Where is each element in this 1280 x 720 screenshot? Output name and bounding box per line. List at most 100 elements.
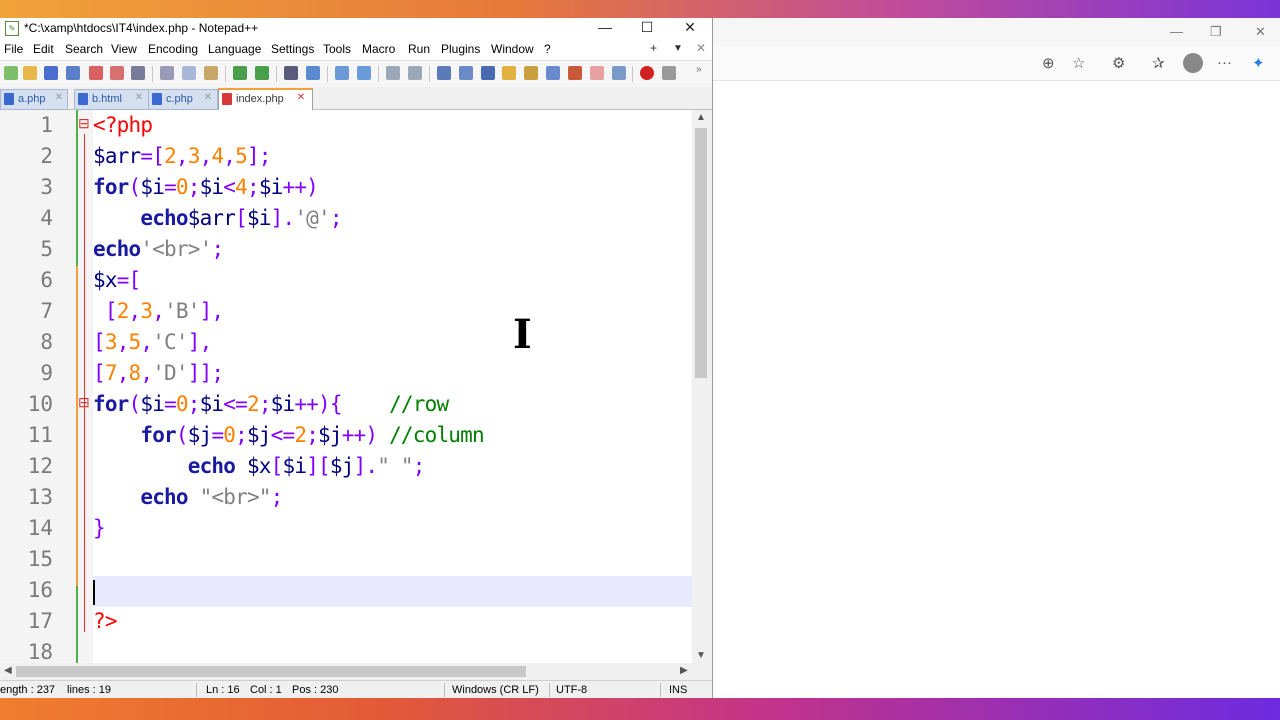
fold-toggle-icon[interactable]: ⊟ — [78, 115, 90, 132]
vertical-scroll-thumb[interactable] — [695, 128, 707, 378]
save-icon[interactable] — [44, 66, 58, 80]
show-all-chars-icon[interactable] — [459, 66, 473, 80]
scroll-down-arrow-icon[interactable]: ▼ — [696, 650, 706, 661]
more-menu-icon[interactable]: ··· — [1217, 54, 1232, 71]
menu-settings[interactable]: Settings — [271, 42, 314, 56]
zoom-in-icon[interactable] — [335, 66, 349, 80]
sync-vertical-icon[interactable] — [386, 66, 400, 80]
fold-toggle-icon[interactable]: ⊟ — [78, 394, 90, 411]
browser-minimize-button[interactable]: — — [1170, 24, 1183, 39]
browser-titlebar: — ❐ ✕ — [712, 18, 1280, 46]
favorite-star-icon[interactable]: ☆ — [1072, 54, 1085, 72]
horizontal-scroll-thumb[interactable] — [16, 666, 526, 677]
replace-icon[interactable] — [306, 66, 320, 80]
menu-help[interactable]: ? — [544, 42, 551, 56]
menu-macro[interactable]: Macro — [362, 42, 395, 56]
tab-a-php[interactable]: a.php ✕ — [0, 89, 68, 110]
change-history-marker — [76, 266, 78, 586]
monitoring-icon[interactable] — [590, 66, 604, 80]
close-document-button[interactable]: ✕ — [696, 41, 706, 55]
close-all-icon[interactable] — [110, 66, 124, 80]
menu-tools[interactable]: Tools — [323, 42, 351, 56]
toolbar-overflow-icon[interactable]: » — [696, 64, 704, 78]
maximize-button[interactable]: ☐ — [627, 18, 667, 38]
tab-label: b.html — [92, 93, 122, 105]
tab-c-php[interactable]: c.php ✕ — [148, 89, 218, 110]
close-file-icon[interactable] — [89, 66, 103, 80]
minimize-button[interactable]: — — [585, 18, 625, 38]
print-icon[interactable] — [131, 66, 145, 80]
menu-window[interactable]: Window — [491, 42, 534, 56]
status-insert-mode: INS — [669, 684, 688, 696]
scroll-up-arrow-icon[interactable]: ▲ — [696, 112, 706, 123]
line-number-gutter: 1 2 3 4 5 6 7 8 9 10 11 12 13 14 15 16 1… — [0, 110, 76, 663]
code-line-9: [7,8,'D']]; — [93, 361, 224, 385]
close-button[interactable]: ✕ — [670, 18, 710, 38]
profile-avatar-icon[interactable] — [1183, 53, 1203, 73]
find-icon[interactable] — [284, 66, 298, 80]
save-all-icon[interactable] — [66, 66, 80, 80]
stop-record-icon[interactable] — [662, 66, 676, 80]
toolbar-separator — [632, 66, 633, 82]
tab-close-icon[interactable]: ✕ — [134, 92, 144, 104]
title-bar: ✎ *C:\xamp\htdocs\IT4\index.php - Notepa… — [0, 18, 712, 38]
file-tab-icon — [78, 93, 88, 105]
menu-file[interactable]: File — [4, 42, 23, 56]
new-file-icon[interactable] — [4, 66, 18, 80]
redo-icon[interactable] — [255, 66, 269, 80]
menu-language[interactable]: Language — [208, 42, 261, 56]
line-number: 18 — [27, 640, 53, 663]
zoom-icon[interactable]: ⊕ — [1042, 54, 1055, 72]
tab-close-icon[interactable]: ✕ — [296, 92, 306, 104]
line-number: 17 — [27, 609, 53, 633]
browser-restore-button[interactable]: ❐ — [1210, 24, 1222, 40]
code-line-2: $arr=[2,3,4,5]; — [93, 144, 271, 168]
desktop-top-strip — [0, 0, 1280, 18]
lang-define-icon[interactable] — [502, 66, 516, 80]
indent-guide-icon[interactable] — [481, 66, 495, 80]
status-divider — [196, 683, 197, 697]
favorites-icon[interactable]: ✰ — [1152, 54, 1165, 72]
status-length: ength : 237 — [0, 684, 56, 696]
scroll-left-arrow-icon[interactable]: ◀ — [4, 665, 12, 676]
preview-icon[interactable] — [612, 66, 626, 80]
add-tab-button[interactable]: + — [650, 41, 657, 55]
open-file-icon[interactable] — [23, 66, 37, 80]
menu-encoding[interactable]: Encoding — [148, 42, 198, 56]
code-editor[interactable]: 1 2 3 4 5 6 7 8 9 10 11 12 13 14 15 16 1… — [0, 110, 692, 663]
tab-index-php[interactable]: index.php ✕ — [218, 88, 313, 111]
word-wrap-icon[interactable] — [437, 66, 451, 80]
scroll-right-arrow-icon[interactable]: ▶ — [680, 665, 688, 676]
sync-horizontal-icon[interactable] — [408, 66, 422, 80]
text-caret — [93, 580, 95, 605]
menu-edit[interactable]: Edit — [33, 42, 54, 56]
copilot-icon[interactable]: ✦ — [1252, 54, 1265, 72]
line-number: 14 — [27, 516, 53, 540]
paste-icon[interactable] — [204, 66, 218, 80]
tab-label: c.php — [166, 93, 193, 105]
function-list-icon[interactable] — [546, 66, 560, 80]
record-macro-icon[interactable] — [640, 66, 654, 80]
tab-close-icon[interactable]: ✕ — [203, 92, 213, 104]
folder-workspace-icon[interactable] — [568, 66, 582, 80]
doc-map-icon[interactable] — [524, 66, 538, 80]
zoom-out-icon[interactable] — [357, 66, 371, 80]
tab-close-icon[interactable]: ✕ — [54, 92, 64, 104]
menu-run[interactable]: Run — [408, 42, 430, 56]
browser-close-button[interactable]: ✕ — [1255, 24, 1266, 40]
menu-search[interactable]: Search — [65, 42, 103, 56]
undo-icon[interactable] — [233, 66, 247, 80]
toolbar-separator — [152, 66, 153, 82]
cut-icon[interactable] — [160, 66, 174, 80]
code-line-1: <?php — [93, 113, 153, 137]
tab-list-dropdown[interactable]: ▼ — [673, 43, 683, 54]
menu-plugins[interactable]: Plugins — [441, 42, 480, 56]
menu-view[interactable]: View — [111, 42, 137, 56]
horizontal-scrollbar[interactable]: ◀ ▶ — [0, 663, 692, 680]
vertical-scrollbar[interactable]: ▲ ▼ — [692, 110, 710, 663]
extensions-icon[interactable]: ⚙ — [1112, 54, 1125, 72]
tab-b-html[interactable]: b.html ✕ — [74, 89, 149, 110]
tab-label: index.php — [236, 93, 284, 105]
copy-icon[interactable] — [182, 66, 196, 80]
